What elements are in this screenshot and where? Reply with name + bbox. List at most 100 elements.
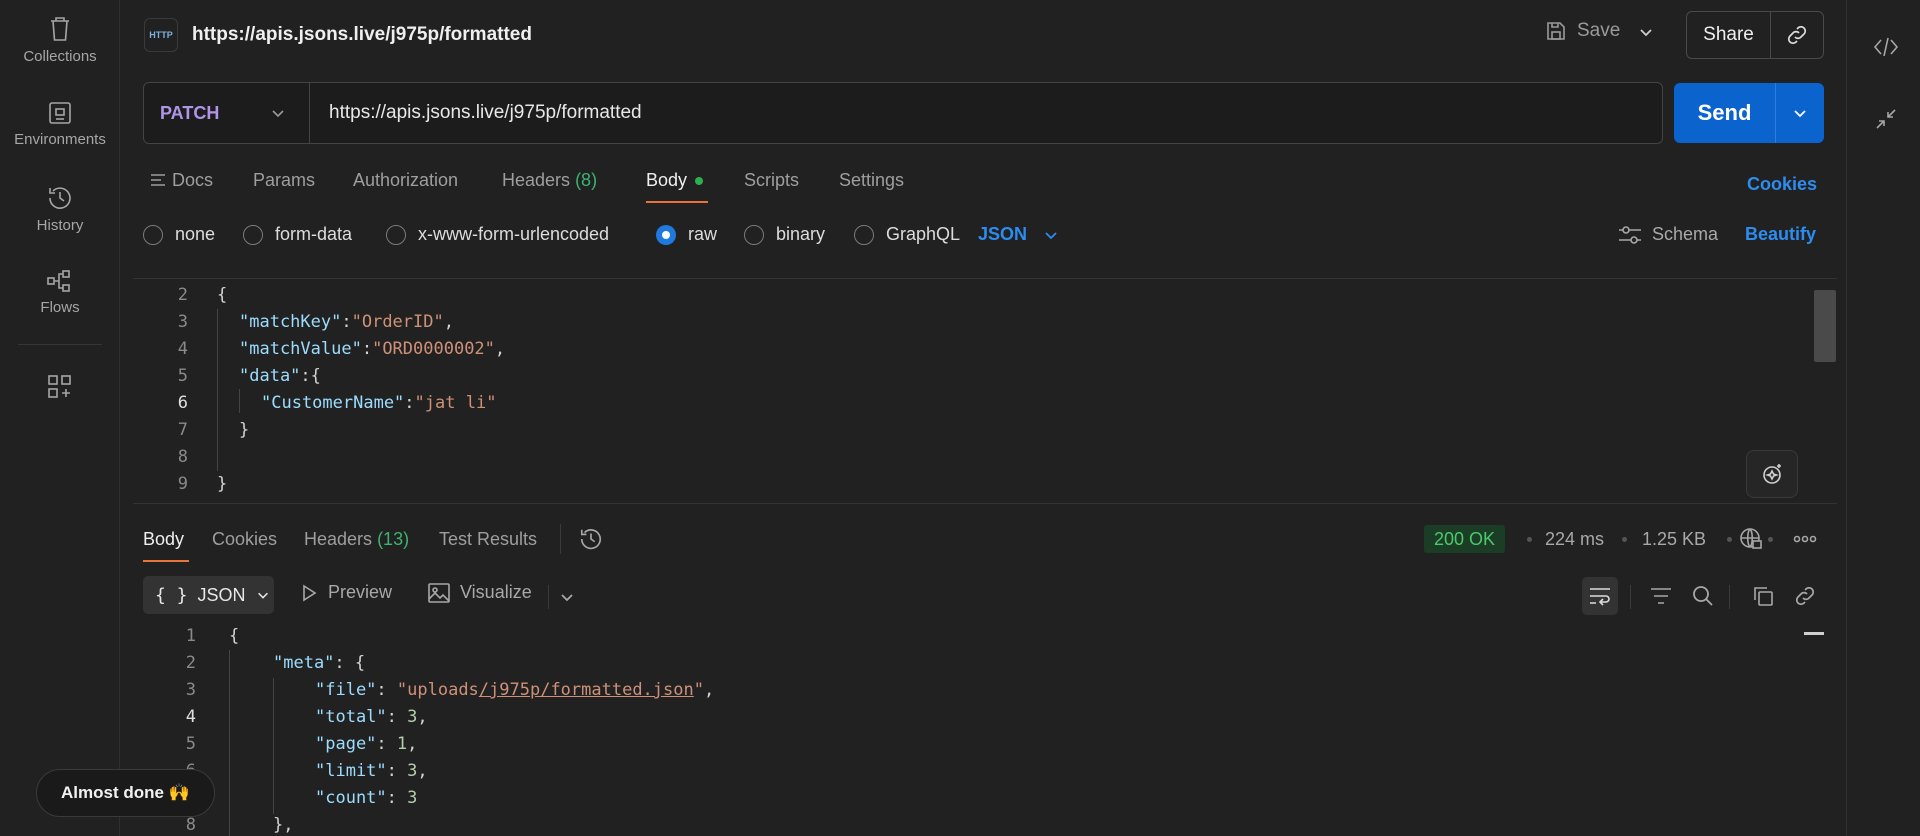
- send-options-button[interactable]: [1776, 83, 1824, 143]
- send-group: Send: [1674, 83, 1824, 143]
- visualize-label: Visualize: [460, 582, 532, 602]
- sidebar-item-label: Collections: [23, 48, 97, 65]
- response-time[interactable]: 224 ms: [1545, 529, 1604, 550]
- add-workspace-button[interactable]: [0, 374, 120, 406]
- response-format-select[interactable]: { } JSON: [143, 576, 274, 614]
- preview-button[interactable]: Preview: [300, 582, 392, 603]
- docs-icon: [151, 174, 165, 186]
- sidebar-item-history[interactable]: History: [0, 185, 120, 234]
- tab-settings[interactable]: Settings: [839, 170, 904, 191]
- tab-scripts[interactable]: Scripts: [744, 170, 799, 191]
- radio-binary[interactable]: binary: [744, 224, 825, 245]
- url-bar: PATCH: [143, 82, 1663, 144]
- line-number: 5: [185, 734, 196, 754]
- collapse-icon[interactable]: [1875, 108, 1897, 130]
- link-icon: [1787, 25, 1807, 45]
- share-button[interactable]: Share: [1687, 12, 1771, 58]
- history-icon[interactable]: [579, 527, 603, 551]
- radio-x-www-form-urlencoded[interactable]: x-www-form-urlencoded: [386, 224, 609, 245]
- schema-label: Schema: [1652, 224, 1719, 244]
- onboarding-toast[interactable]: Almost done 🙌: [36, 769, 215, 817]
- code-line: "meta": {: [273, 653, 366, 673]
- play-icon: [303, 584, 317, 601]
- toolbar-divider: [548, 585, 549, 609]
- schema-button[interactable]: Schema: [1618, 224, 1718, 245]
- filter-button[interactable]: [1645, 580, 1677, 612]
- line-number: 7: [177, 420, 188, 440]
- tab-docs[interactable]: Docs: [150, 170, 213, 191]
- word-wrap-button[interactable]: [1582, 577, 1618, 615]
- sidebar-item-collections[interactable]: Collections: [0, 16, 120, 65]
- radio-raw[interactable]: raw: [656, 224, 717, 245]
- tab-headers[interactable]: Headers (8): [502, 170, 597, 191]
- sidebar-item-flows[interactable]: Flows: [0, 269, 120, 316]
- share-group: Share: [1686, 11, 1824, 59]
- tab-authorization[interactable]: Authorization: [353, 170, 458, 191]
- radio-none[interactable]: none: [143, 224, 215, 245]
- editor-scrollbar[interactable]: [1814, 290, 1836, 362]
- response-body-viewer[interactable]: 1 2 3 4 5 6 7 8 { "meta": { "file": "upl…: [133, 626, 1837, 836]
- save-button[interactable]: Save: [1545, 20, 1620, 42]
- beautify-link[interactable]: Beautify: [1745, 224, 1816, 245]
- tab-params[interactable]: Params: [253, 170, 315, 191]
- language-select[interactable]: JSON: [978, 224, 1059, 245]
- headers-count: (8): [575, 170, 598, 190]
- code-token: 1: [396, 734, 408, 754]
- ai-assist-button[interactable]: [1746, 450, 1798, 498]
- code-token: "jat li": [414, 393, 497, 413]
- code-icon[interactable]: [1873, 36, 1899, 58]
- copy-link-button[interactable]: [1789, 580, 1821, 612]
- file-path-link[interactable]: /j975p/formatted.json: [479, 680, 694, 700]
- copy-icon: [1754, 587, 1773, 606]
- chevron-down-icon[interactable]: [270, 105, 286, 121]
- chevron-down-icon: [1045, 231, 1057, 239]
- response-size[interactable]: 1.25 KB: [1642, 529, 1706, 550]
- chevron-down-icon[interactable]: [1638, 24, 1654, 40]
- code-token: "total": [315, 707, 387, 727]
- request-title[interactable]: https://apis.jsons.live/j975p/formatted: [192, 24, 532, 46]
- status-badge[interactable]: 200 OK: [1424, 525, 1506, 553]
- http-icon: HTTP: [144, 18, 178, 52]
- response-tab-test-results[interactable]: Test Results: [439, 529, 537, 550]
- response-tab-cookies[interactable]: Cookies: [212, 529, 277, 550]
- code-token: {: [229, 626, 240, 646]
- code-line: }: [239, 420, 249, 447]
- response-tab-headers[interactable]: Headers (13): [304, 529, 409, 550]
- radio-label: none: [175, 224, 216, 244]
- search-button[interactable]: [1687, 580, 1719, 612]
- url-input[interactable]: [329, 83, 1629, 143]
- radio-graphql[interactable]: GraphQL: [854, 224, 960, 245]
- more-options-icon[interactable]: [1793, 532, 1817, 546]
- tab-body[interactable]: Body: [646, 170, 704, 191]
- send-button[interactable]: Send: [1674, 83, 1776, 143]
- active-tab-indicator: [646, 201, 708, 203]
- line-number: 9: [177, 474, 188, 494]
- code-line: },: [273, 815, 293, 836]
- chevron-down-icon[interactable]: [559, 589, 575, 605]
- copy-button[interactable]: [1747, 580, 1779, 612]
- toolbar-divider: [1630, 585, 1631, 609]
- method-select[interactable]: PATCH: [160, 103, 219, 124]
- radio-circle-selected: [656, 224, 676, 245]
- copy-link-button[interactable]: [1771, 12, 1823, 58]
- sidebar-item-environments[interactable]: Environments: [0, 101, 120, 148]
- code-token: 3: [407, 707, 418, 727]
- tab-label: Docs: [172, 170, 214, 190]
- code-token: "data": [239, 366, 301, 386]
- headers-count: (13): [377, 529, 410, 549]
- radio-circle: [386, 224, 406, 245]
- request-body-editor[interactable]: 2 3 4 5 6 7 8 9 10 { "matchKey":"OrderID…: [133, 278, 1837, 504]
- body-type-group: none form-data x-www-form-urlencoded raw…: [143, 224, 1343, 248]
- visualize-button[interactable]: Visualize: [428, 582, 532, 603]
- cookies-link[interactable]: Cookies: [1747, 174, 1817, 195]
- sliders-icon: [1619, 225, 1641, 244]
- separator-dot: [1768, 537, 1773, 542]
- code-line: "CustomerName":"jat li": [261, 393, 497, 413]
- radio-circle: [243, 224, 263, 245]
- network-globe-icon[interactable]: [1739, 527, 1763, 551]
- tab-divider: [560, 524, 561, 554]
- radio-form-data[interactable]: form-data: [243, 224, 352, 245]
- response-tab-body[interactable]: Body: [143, 529, 184, 550]
- code-token: "file": [315, 680, 377, 700]
- response-scrollbar[interactable]: [1804, 632, 1824, 635]
